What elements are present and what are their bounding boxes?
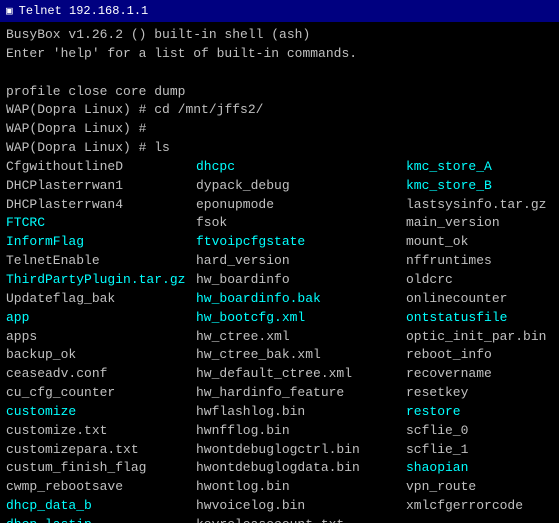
ls-item: cu_cfg_counter	[6, 384, 196, 403]
ls-item: hw_ctree_bak.xml	[196, 346, 406, 365]
ls-item: Updateflag_bak	[6, 290, 196, 309]
ls-item: TelnetEnable	[6, 252, 196, 271]
ls-item: dhcpc	[196, 158, 406, 177]
ls-item: eponupmode	[196, 196, 406, 215]
ls-item: ftvoipcfgstate	[196, 233, 406, 252]
ls-item: hwnfflog.bin	[196, 422, 406, 441]
line-cd: WAP(Dopra Linux) # cd /mnt/jffs2/	[6, 101, 553, 120]
ls-item: main_version	[406, 214, 553, 233]
terminal-icon: ▣	[6, 4, 13, 18]
prompt2: WAP(Dopra Linux) #	[6, 120, 154, 139]
ls-item: mount_ok	[406, 233, 553, 252]
ls-item: resetkey	[406, 384, 553, 403]
ls-item: CfgwithoutlineD	[6, 158, 196, 177]
line-profile: profile close core dump	[6, 83, 553, 102]
line-help: Enter 'help' for a list of built-in comm…	[6, 45, 553, 64]
title-bar: ▣ Telnet 192.168.1.1	[0, 0, 559, 22]
cmd-cd: cd /mnt/jffs2/	[154, 101, 263, 120]
ls-item: hw_boardinfo.bak	[196, 290, 406, 309]
ls-item: hwflashlog.bin	[196, 403, 406, 422]
ls-item: apps	[6, 328, 196, 347]
ls-item: fsok	[196, 214, 406, 233]
ls-item: hw_hardinfo_feature	[196, 384, 406, 403]
line-prompt2: WAP(Dopra Linux) #	[6, 120, 553, 139]
ls-item: reboot_info	[406, 346, 553, 365]
ls-item: keyreleasecount.txt	[196, 516, 406, 523]
ls-item: app	[6, 309, 196, 328]
ls-output: CfgwithoutlineDdhcpckmc_store_A DHCPlaste…	[6, 158, 553, 523]
ls-item: recovername	[406, 365, 553, 384]
line-busybox: BusyBox v1.26.2 () built-in shell (ash)	[6, 26, 553, 45]
terminal: BusyBox v1.26.2 () built-in shell (ash) …	[0, 22, 559, 523]
ls-item: dhcp_data_b	[6, 497, 196, 516]
ls-item: scflie_1	[406, 441, 553, 460]
ls-item: hard_version	[196, 252, 406, 271]
ls-item: ontstatusfile	[406, 309, 553, 328]
ls-item	[406, 516, 553, 523]
prompt-cd: WAP(Dopra Linux) #	[6, 101, 154, 120]
ls-item: hw_ctree.xml	[196, 328, 406, 347]
ls-item: hw_boardinfo	[196, 271, 406, 290]
profile-text: profile close core dump	[6, 83, 185, 102]
ls-item: customize	[6, 403, 196, 422]
help-text: Enter 'help' for a list of built-in comm…	[6, 45, 357, 64]
cmd-ls: ls	[154, 139, 170, 158]
ls-item: hw_bootcfg.xml	[196, 309, 406, 328]
ls-item: optic_init_par.bin	[406, 328, 553, 347]
ls-item: onlinecounter	[406, 290, 553, 309]
line-ls: WAP(Dopra Linux) # ls	[6, 139, 553, 158]
ls-item: shaopian	[406, 459, 553, 478]
ls-item: hwontlog.bin	[196, 478, 406, 497]
ls-item: lastsysinfo.tar.gz	[406, 196, 553, 215]
prompt-ls: WAP(Dopra Linux) #	[6, 139, 154, 158]
ls-item: InformFlag	[6, 233, 196, 252]
ls-item: kmc_store_B	[406, 177, 553, 196]
ls-item: kmc_store_A	[406, 158, 553, 177]
ls-item: dhcp_lastip	[6, 516, 196, 523]
ls-item: hwontdebuglogdata.bin	[196, 459, 406, 478]
ls-item: restore	[406, 403, 553, 422]
ls-item: oldcrc	[406, 271, 553, 290]
busybox-text: BusyBox v1.26.2 () built-in shell (ash)	[6, 26, 310, 45]
line-blank1	[6, 64, 553, 83]
ls-item: DHCPlasterrwan1	[6, 177, 196, 196]
ls-item: ThirdPartyPlugin.tar.gz	[6, 271, 196, 290]
ls-item: hwontdebuglogctrl.bin	[196, 441, 406, 460]
title-bar-text: Telnet 192.168.1.1	[19, 4, 149, 18]
ls-item: FTCRC	[6, 214, 196, 233]
ls-item: cwmp_rebootsave	[6, 478, 196, 497]
ls-item: vpn_route	[406, 478, 553, 497]
ls-item: scflie_0	[406, 422, 553, 441]
ls-item: hwvoicelog.bin	[196, 497, 406, 516]
ls-item: customize.txt	[6, 422, 196, 441]
ls-item: hw_default_ctree.xml	[196, 365, 406, 384]
ls-item: customizepara.txt	[6, 441, 196, 460]
ls-item: xmlcfgerrorcode	[406, 497, 553, 516]
ls-item: backup_ok	[6, 346, 196, 365]
ls-item: DHCPlasterrwan4	[6, 196, 196, 215]
ls-item: dypack_debug	[196, 177, 406, 196]
ls-item: custum_finish_flag	[6, 459, 196, 478]
ls-item: nffruntimes	[406, 252, 553, 271]
ls-item: ceaseadv.conf	[6, 365, 196, 384]
